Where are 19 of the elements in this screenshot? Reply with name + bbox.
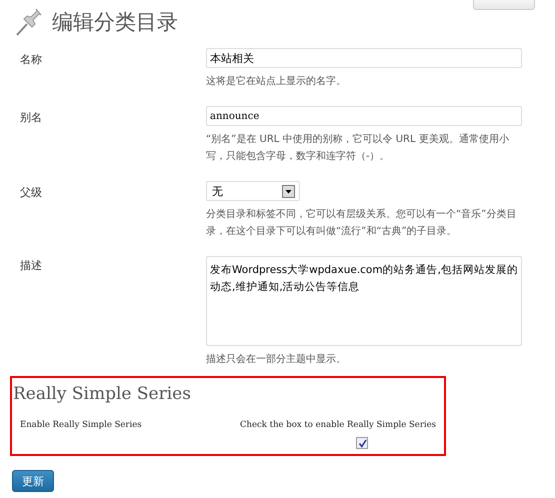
page-title: 编辑分类目录 [52,9,178,36]
field-label: 名称 [20,52,43,68]
field-hint: 这将是它在站点上显示的名字。 [206,74,347,89]
description-field[interactable]: 发布Wordpress大学wpdaxue.com的站务通告,包括网站发展的动态,维护通知,活动公告等信息 [206,256,522,346]
enable-checkbox[interactable] [356,437,368,449]
field-label: 描述 [20,258,43,274]
field-label: 父级 [20,185,43,201]
field-hint: 分类目录和标签不同，它可以有层级关系。您可以有一个“音乐”分类目录，在这个目录下可以有叫做“流行”和“古典”的子目录。 [206,208,518,239]
field-label: 别名 [20,110,43,126]
field-hint: “别名”是在 URL 中使用的别称，它可以令 URL 更美观。通常使用小写，只能包含字母，数字和连字符（-）。 [206,132,510,164]
option-hint: Check the box to enable Really Simple Series [240,420,436,430]
field-hint: 描述只会在一部分主题中显示。 [206,352,347,367]
option-label: Enable Really Simple Series [20,420,143,432]
section-title: Really Simple Series [12,383,192,404]
parent-dropdown[interactable]: 无 [206,181,300,201]
update-button[interactable]: 更新 [12,470,54,492]
pushpin-icon [14,7,44,37]
slug-field[interactable]: announce [206,106,522,126]
name-field[interactable]: 本站相关 [206,48,522,68]
